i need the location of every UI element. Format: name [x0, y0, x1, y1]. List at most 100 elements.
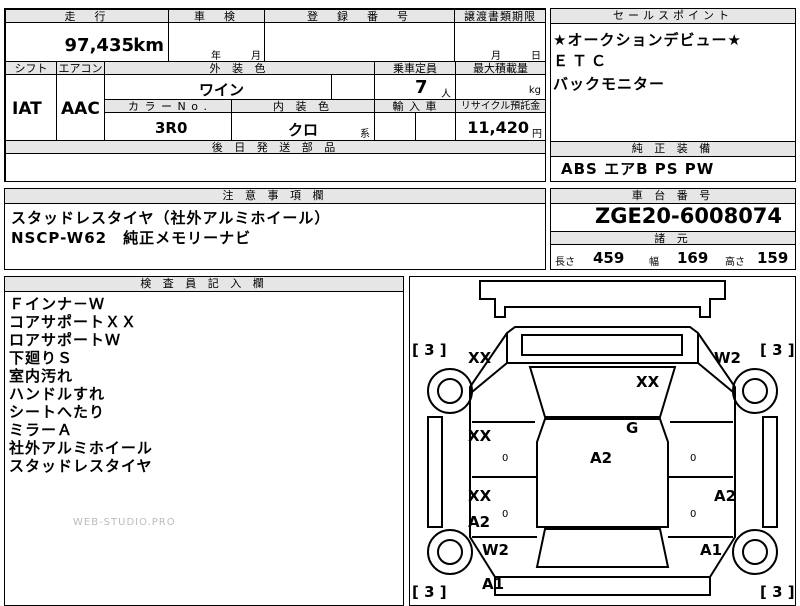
mark-rear-left-door-2: A2	[468, 513, 491, 531]
inspector-line: コアサポートＸＸ	[9, 313, 138, 331]
inspection-cell: 年 月	[168, 22, 265, 62]
interior-cell: クロ 系	[231, 112, 375, 141]
inspector-line: 下廻りＳ	[9, 349, 74, 367]
mileage-unit: km	[133, 35, 164, 56]
inspector-header: 検 査 員 記 入 欄	[5, 277, 403, 292]
tire-fl-label: [ 3 ]	[412, 341, 447, 359]
color-no-cell: 3R0	[104, 112, 232, 141]
sales-point-box: セールスポイント ★オークションデビュー★ ＥＴＣ バックモニター	[550, 8, 796, 142]
mark-rear-right-quarter: A1	[700, 541, 723, 559]
mark-front-right-fender: W2	[714, 349, 741, 367]
mark-front-left-fender: XX	[468, 349, 492, 367]
mark-rear-bumper: A1	[482, 575, 505, 593]
color-no-header: カ ラ ー N o .	[104, 99, 232, 113]
dims-header: 諸 元	[551, 231, 795, 245]
recycle-cell: 11,420 円	[455, 112, 546, 141]
inspector-line: シートへたり	[9, 403, 106, 421]
mileage-value: 97,435	[64, 35, 134, 56]
chassis-box: 車 台 番 号 ZGE20-6008074 諸 元 長さ 459 幅 169 高…	[550, 188, 796, 270]
exterior-color-cell: ワイン	[104, 74, 332, 100]
sales-point-line-1: ★オークションデビュー★	[553, 31, 742, 49]
import-cell-b	[415, 112, 456, 141]
transfer-day-label: 日	[531, 51, 541, 62]
genuine-equipment-value: ABS エアB PS PW	[561, 160, 715, 178]
recycle-header: リサイクル預託金	[455, 99, 546, 113]
recycle-unit: 円	[532, 129, 542, 140]
registration-header: 登 録 番 号	[264, 9, 455, 23]
recycle-value: 11,420	[467, 118, 529, 137]
shift-header: シフト	[5, 61, 57, 75]
notes-line-1: スタッドレスタイヤ（社外アルミホイール）	[11, 209, 331, 227]
genuine-equipment-box: 純 正 装 備 ABS エアB PS PW	[550, 141, 796, 182]
interior-suffix: 系	[360, 129, 370, 140]
inspector-box: 検 査 員 記 入 欄 Ｆインナ－Ｗ コアサポートＸＸ ロアサポートＷ 下廻りＳ…	[4, 276, 404, 606]
inspector-line: 室内汚れ	[9, 367, 74, 385]
exterior-color-header: 外 装 色	[104, 61, 375, 75]
mileage-header: 走 行	[5, 9, 169, 23]
mark-hood: XX	[636, 373, 660, 391]
mileage-cell: 97,435 km	[5, 22, 169, 62]
notes-line-2: NSCP-W62 純正メモリーナビ	[11, 229, 252, 247]
mark-roof-center: A2	[590, 449, 613, 467]
capacity-cell: 7 人	[374, 74, 456, 100]
inspector-line: スタッドレスタイヤ	[9, 457, 153, 475]
inspector-line: ロアサポートＷ	[9, 331, 122, 349]
shift-cell: IAT	[5, 74, 57, 141]
small-mark: 0	[690, 453, 697, 464]
watermark: WEB-STUDIO.PRO	[73, 517, 176, 528]
top-form: 走 行 車 検 登 録 番 号 譲渡書類期限 97,435 km 年 月 月 日…	[4, 8, 546, 182]
car-diagram-box: [ 3 ] [ 3 ] [ 3 ] [ 3 ] XX W2 XX XX G A2…	[409, 276, 796, 606]
notes-box: 注 意 事 項 欄 スタッドレスタイヤ（社外アルミホイール） NSCP-W62 …	[4, 188, 546, 270]
tire-fr-label: [ 3 ]	[760, 341, 795, 359]
aircon-value: AAC	[61, 99, 100, 119]
transfer-cell: 月 日	[454, 22, 546, 62]
shift-value: IAT	[12, 99, 42, 119]
capacity-header: 乗車定員	[374, 61, 456, 75]
mark-rear-left-door: XX	[468, 487, 492, 505]
height-value: 159	[757, 249, 789, 267]
tire-rr-label: [ 3 ]	[760, 583, 795, 601]
length-value: 459	[593, 249, 625, 267]
small-mark: 0	[502, 453, 509, 464]
sales-point-line-2: ＥＴＣ	[553, 52, 611, 70]
inspection-month-label: 月	[251, 51, 261, 62]
later-parts-header: 後 日 発 送 部 品	[5, 140, 546, 154]
small-mark: 0	[690, 509, 697, 520]
registration-cell	[264, 22, 455, 62]
length-label: 長さ	[555, 257, 575, 268]
sales-point-line-3: バックモニター	[553, 75, 666, 93]
transfer-month-label: 月	[491, 51, 501, 62]
exterior-color-value: ワイン	[199, 81, 245, 99]
sales-point-header: セールスポイント	[551, 9, 795, 24]
aircon-cell: AAC	[56, 74, 105, 141]
later-parts-cell	[5, 153, 546, 182]
max-load-header: 最大積載量	[455, 61, 546, 75]
interior-header: 内 装 色	[231, 99, 375, 113]
height-label: 高さ	[725, 257, 745, 268]
inspector-line: 社外アルミホイール	[9, 439, 153, 457]
notes-header: 注 意 事 項 欄	[5, 189, 545, 204]
exterior-color-extra-cell	[331, 74, 375, 100]
chassis-number: ZGE20-6008074	[595, 204, 783, 228]
small-mark: 0	[502, 509, 509, 520]
chassis-header: 車 台 番 号	[551, 189, 795, 204]
import-header: 輸 入 車	[374, 99, 456, 113]
inspection-year-label: 年	[211, 51, 221, 62]
transfer-header: 譲渡書類期限	[454, 9, 546, 23]
aircon-header: エアコン	[56, 61, 105, 75]
width-value: 169	[677, 249, 709, 267]
max-load-cell: kg	[455, 74, 546, 100]
inspector-list: Ｆインナ－Ｗ コアサポートＸＸ ロアサポートＷ 下廻りＳ 室内汚れ ハンドルすれ…	[9, 295, 153, 475]
mark-rear-right-door: A2	[714, 487, 737, 505]
width-label: 幅	[649, 257, 659, 268]
inspector-line: ミラーＡ	[9, 421, 74, 439]
mark-front-left-door: XX	[468, 427, 492, 445]
mark-roof: G	[626, 419, 639, 437]
inspection-header: 車 検	[168, 9, 265, 23]
color-no-value: 3R0	[155, 119, 188, 137]
genuine-equipment-header: 純 正 装 備	[551, 142, 795, 157]
capacity-unit: 人	[441, 89, 451, 100]
interior-value: クロ	[288, 121, 319, 139]
capacity-value: 7	[415, 77, 428, 98]
inspector-line: Ｆインナ－Ｗ	[9, 295, 106, 313]
